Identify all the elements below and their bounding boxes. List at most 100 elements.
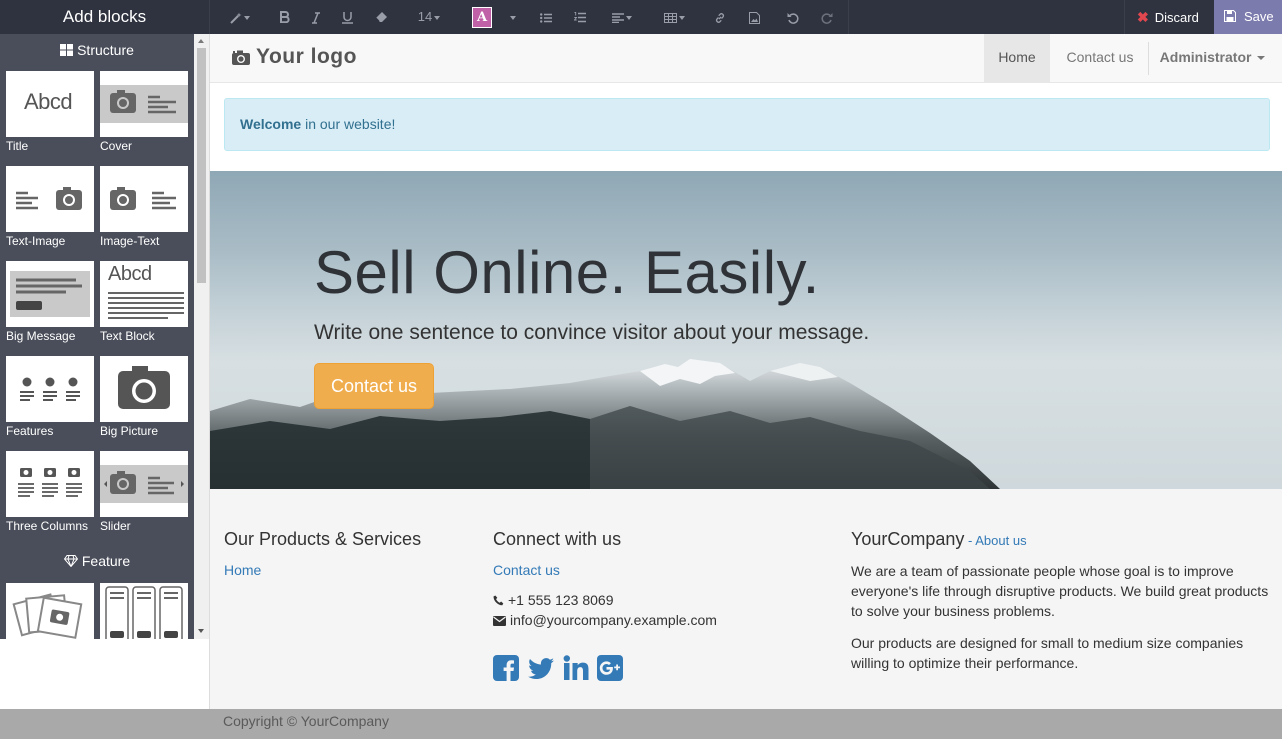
features-preview — [20, 377, 80, 401]
about-paragraph-2: Our products are designed for small to m… — [851, 635, 1244, 671]
scroll-down-arrow[interactable] — [198, 629, 204, 633]
color-dropdown-toggle[interactable] — [506, 0, 518, 34]
block-thumbnail: Abcd — [100, 261, 188, 327]
block-thumbnail — [100, 166, 188, 232]
slider-preview — [100, 465, 188, 503]
facebook-icon[interactable] — [493, 655, 519, 681]
block-three-columns[interactable]: Three Columns — [6, 451, 94, 533]
welcome-bold: Welcome — [240, 116, 302, 132]
discard-label: Discard — [1154, 10, 1199, 25]
cards-preview — [105, 586, 183, 639]
hero-cover: Sell Online. Easily. Write one sentence … — [210, 171, 1282, 489]
twitter-icon[interactable] — [527, 655, 555, 681]
camera-icon — [110, 187, 176, 210]
hero-title: Sell Online. Easily. — [314, 239, 820, 306]
block-thumbnail — [100, 451, 188, 517]
nav-user-menu[interactable]: Administrator — [1150, 34, 1275, 83]
three-columns-preview — [18, 468, 82, 497]
diamond-icon — [63, 555, 79, 568]
nav-contact-us[interactable]: Contact us — [1052, 34, 1148, 83]
footer-home-link[interactable]: Home — [224, 562, 261, 578]
user-name: Administrator — [1159, 49, 1252, 65]
nav-home[interactable]: Home — [984, 34, 1050, 83]
block-label: Slider — [100, 519, 131, 533]
block-label: Features — [6, 424, 54, 438]
link-button[interactable] — [712, 0, 728, 34]
block-features[interactable]: Features — [6, 356, 94, 438]
text-color-swatch: A — [472, 7, 492, 28]
underline-button[interactable] — [338, 0, 356, 34]
block-text-image[interactable]: Text-Image — [6, 166, 94, 248]
insert-image-button[interactable] — [746, 0, 762, 34]
block-thumbnail — [6, 261, 94, 327]
linkedin-icon[interactable] — [563, 655, 589, 681]
block-big-picture[interactable]: Big Picture — [100, 356, 188, 438]
hero-contact-button[interactable]: Contact us — [314, 363, 434, 409]
cover-preview — [100, 85, 188, 123]
block-thumbnail — [6, 451, 94, 517]
text-color-button[interactable]: A — [471, 0, 493, 34]
block-image-text[interactable]: Image-Text — [100, 166, 188, 248]
footer-email: info@yourcompany.example.com — [493, 612, 717, 628]
block-thumbnail — [6, 583, 94, 639]
undo-icon — [787, 12, 799, 24]
italic-icon — [312, 11, 320, 24]
hero-subtitle: Write one sentence to convince visitor a… — [314, 321, 870, 344]
remove-format-button[interactable] — [372, 0, 390, 34]
footer-about-link[interactable]: About us — [975, 533, 1026, 548]
welcome-alert: Welcome in our website! — [224, 98, 1270, 151]
footer-contact-link[interactable]: Contact us — [493, 562, 560, 578]
block-label: Text-Image — [6, 234, 66, 248]
block-label: Text Block — [100, 329, 155, 343]
editor-toolbar: Add blocks 14 A ✖ Discard Save — [0, 0, 1282, 34]
bold-button[interactable] — [276, 0, 294, 34]
block-big-message[interactable]: Big Message — [6, 261, 94, 343]
font-size-value: 14 — [417, 9, 433, 24]
list-ol-icon — [573, 12, 586, 23]
block-pricing-cards[interactable] — [100, 583, 188, 639]
block-thumbnail — [6, 166, 94, 232]
google-plus-icon[interactable] — [597, 655, 623, 681]
image-icon — [748, 11, 760, 24]
font-size-dropdown[interactable]: 14 — [414, 0, 444, 34]
panel-scrollbar[interactable] — [194, 34, 209, 639]
block-thumbnail — [6, 356, 94, 422]
redo-icon — [821, 12, 833, 24]
paragraph-align-dropdown[interactable] — [608, 0, 636, 34]
italic-button[interactable] — [307, 0, 325, 34]
redo-button[interactable] — [819, 0, 835, 34]
camera-icon — [232, 50, 250, 65]
block-slider[interactable]: Slider — [100, 451, 188, 533]
save-button[interactable]: Save — [1214, 0, 1282, 34]
save-label: Save — [1244, 9, 1274, 24]
floppy-disk-icon — [1224, 10, 1236, 22]
ordered-list-button[interactable] — [572, 0, 588, 34]
style-dropdown[interactable] — [226, 0, 254, 34]
discard-button[interactable]: ✖ Discard — [1124, 0, 1214, 34]
block-thumbnail — [100, 583, 188, 639]
about-paragraph-1: We are a team of passionate people whose… — [851, 563, 1269, 619]
underline-icon — [341, 12, 353, 24]
unordered-list-button[interactable] — [538, 0, 554, 34]
scroll-thumb[interactable] — [197, 48, 206, 283]
block-text-block[interactable]: Abcd Text Block — [100, 261, 188, 343]
block-thumbnail — [100, 71, 188, 137]
block-label: Title — [6, 139, 29, 153]
footer-about-text: We are a team of passionate people whose… — [851, 561, 1271, 685]
table-dropdown[interactable] — [660, 0, 688, 34]
table-icon — [663, 12, 677, 23]
site-logo[interactable]: Your logo — [232, 42, 377, 76]
site-navbar: Your logo Home Contact us Administrator — [210, 34, 1282, 83]
website-preview: Your logo Home Contact us Administrator … — [209, 34, 1282, 739]
block-cover[interactable]: Cover — [100, 71, 188, 153]
scroll-up-arrow[interactable] — [198, 39, 204, 43]
block-thumbnail — [100, 356, 188, 422]
block-label: Three Columns — [6, 519, 89, 533]
close-icon: ✖ — [1137, 9, 1149, 25]
block-title[interactable]: Abcd Title — [6, 71, 94, 153]
image-gallery-icon — [12, 593, 83, 639]
big-message-preview — [10, 271, 90, 317]
undo-button[interactable] — [785, 0, 801, 34]
site-footer: Our Products & Services Home Connect wit… — [210, 489, 1282, 709]
block-image-gallery[interactable] — [6, 583, 94, 639]
